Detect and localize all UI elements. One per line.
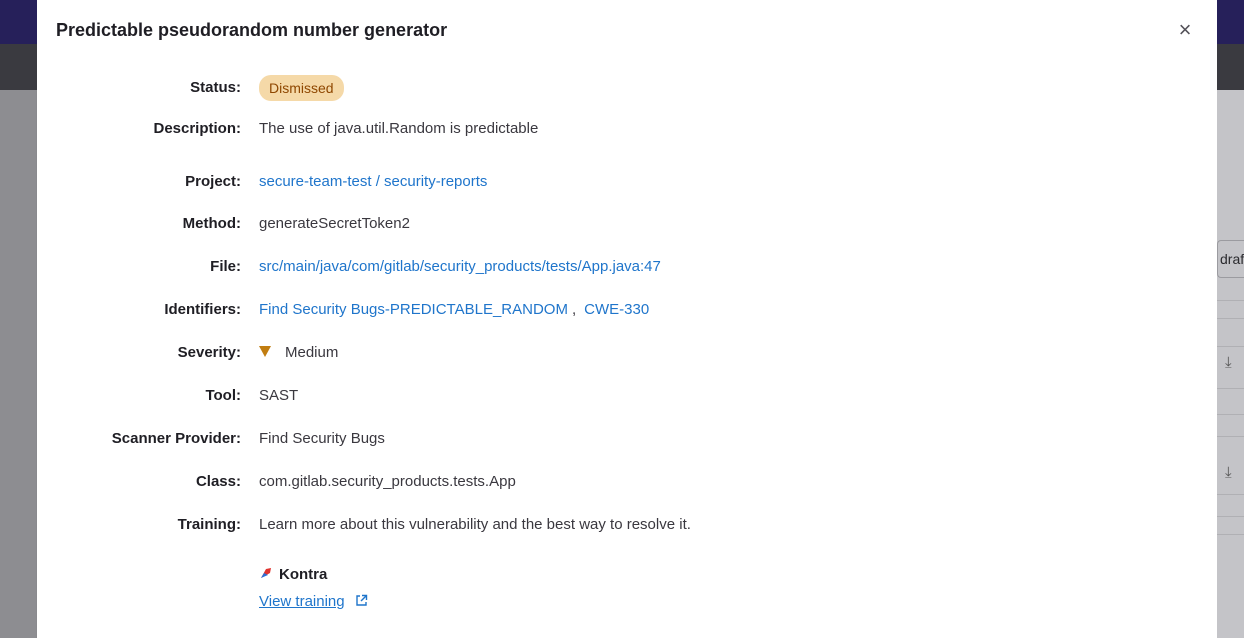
background-download-icon: ⤓ bbox=[1225, 464, 1232, 481]
kontra-logo-icon bbox=[261, 568, 271, 578]
identifier-link-find-security-bugs[interactable]: Find Security Bugs-PREDICTABLE_RANDOM bbox=[259, 301, 568, 318]
project-label: Project: bbox=[185, 173, 241, 190]
scanner-provider-value: Find Security Bugs bbox=[259, 430, 385, 447]
background-left-panel bbox=[0, 90, 36, 638]
background-download-icon: ⤓ bbox=[1225, 354, 1232, 371]
class-label: Class: bbox=[195, 473, 241, 490]
background-divider bbox=[1217, 436, 1244, 437]
tool-label: Tool: bbox=[205, 387, 241, 404]
training-provider: Kontra bbox=[259, 566, 327, 583]
background-right-panel: draf ⤓ ⤓ bbox=[1217, 90, 1244, 638]
external-link-icon[interactable] bbox=[355, 594, 368, 607]
background-divider bbox=[1217, 516, 1244, 517]
status-label: Status: bbox=[190, 79, 241, 96]
status-badge: Dismissed bbox=[259, 75, 344, 101]
description-label: Description: bbox=[153, 120, 241, 137]
training-provider-name: Kontra bbox=[279, 566, 328, 583]
class-value: com.gitlab.security_products.tests.App bbox=[259, 473, 516, 490]
close-icon[interactable]: × bbox=[1172, 14, 1198, 46]
severity-value: Medium bbox=[285, 344, 339, 361]
vulnerability-details-modal: Predictable pseudorandom number generato… bbox=[37, 0, 1217, 638]
project-link[interactable]: secure-team-test / security-reports bbox=[259, 173, 487, 190]
training-label: Training: bbox=[177, 516, 241, 533]
scanner-provider-label: Scanner Provider: bbox=[111, 430, 241, 447]
description-value: The use of java.util.Random is predictab… bbox=[259, 120, 539, 137]
view-training-container: View training bbox=[259, 590, 368, 614]
modal-title: Predictable pseudorandom number generato… bbox=[56, 20, 448, 40]
background-divider bbox=[1217, 300, 1244, 301]
identifier-link-cwe[interactable]: CWE-330 bbox=[584, 301, 649, 318]
background-divider bbox=[1217, 318, 1244, 319]
severity-label: Severity: bbox=[177, 344, 241, 361]
method-value: generateSecretToken2 bbox=[259, 215, 410, 232]
severity-medium-icon bbox=[259, 345, 271, 357]
tool-value: SAST bbox=[259, 387, 299, 404]
background-divider bbox=[1217, 534, 1244, 535]
method-label: Method: bbox=[182, 215, 241, 232]
background-divider bbox=[1217, 388, 1244, 389]
view-training-link[interactable]: View training bbox=[259, 593, 345, 610]
identifier-separator: , bbox=[571, 301, 577, 318]
training-value: Learn more about this vulnerability and … bbox=[259, 516, 691, 533]
background-draft-button: draf bbox=[1217, 240, 1244, 278]
identifiers-label: Identifiers: bbox=[164, 301, 241, 318]
background-divider bbox=[1217, 346, 1244, 347]
file-label: File: bbox=[210, 258, 241, 275]
background-divider bbox=[1217, 494, 1244, 495]
background-divider bbox=[1217, 414, 1244, 415]
file-link[interactable]: src/main/java/com/gitlab/security_produc… bbox=[259, 258, 661, 275]
